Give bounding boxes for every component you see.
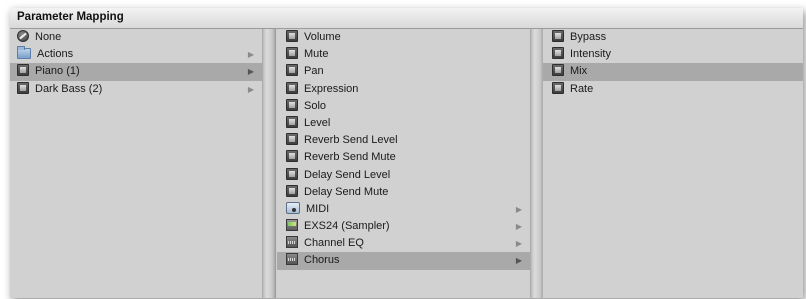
plugin-icon (286, 150, 298, 163)
list-item[interactable]: Reverb Send Mute (277, 149, 530, 166)
list-item[interactable]: Volume (277, 29, 530, 46)
plugin-icon (286, 64, 298, 77)
list-item-label: Bypass (570, 31, 607, 43)
plugin-icon (286, 98, 298, 111)
list-item-label: Solo (304, 99, 327, 112)
plugin-icon (286, 133, 298, 146)
plugin-icon (286, 30, 298, 42)
plugin-icon (552, 81, 564, 94)
plugin-icon (552, 47, 564, 60)
list-item-label: EXS24 (Sampler) (304, 220, 390, 233)
list-item-label: Piano (1) (35, 65, 80, 78)
submenu-arrow-icon: ▶ (247, 67, 254, 77)
submenu-arrow-icon: ▶ (515, 239, 522, 249)
plugin-icon (17, 64, 29, 77)
plugin-icon (552, 30, 564, 42)
sampler-icon (286, 219, 298, 232)
list-item-label: Delay Send Mute (304, 185, 389, 198)
list-item[interactable]: Dark Bass (2) ▶ (10, 81, 262, 98)
plugin-icon (286, 184, 298, 197)
list-item[interactable]: None (10, 29, 262, 46)
list-item-label: MIDI (306, 202, 330, 215)
list-item-label: Dark Bass (2) (35, 82, 103, 95)
list-item-label: Pan (304, 65, 324, 78)
list-item[interactable]: Reverb Send Level (277, 132, 530, 149)
plugin-icon (17, 81, 29, 94)
list-item[interactable]: EXS24 (Sampler) ▶ (277, 218, 530, 235)
list-item[interactable]: Actions ▶ (10, 46, 262, 63)
midi-icon (286, 201, 300, 214)
list-item-label: Mute (304, 48, 329, 61)
list-item-label: Intensity (570, 48, 611, 61)
list-item-label: Level (304, 116, 331, 129)
plugin-icon (286, 167, 298, 180)
plugin-icon (552, 64, 564, 77)
list-item[interactable]: Delay Send Mute (277, 184, 530, 201)
list-item[interactable]: Mix (543, 63, 803, 81)
list-item[interactable]: Rate (543, 81, 803, 98)
list-item[interactable]: Mute (277, 46, 530, 63)
list-item-label: Rate (570, 82, 594, 95)
submenu-arrow-icon: ▶ (515, 222, 522, 232)
list-item-label: Expression (304, 82, 359, 95)
list-item[interactable]: Chorus ▶ (277, 252, 530, 270)
list-item[interactable]: MIDI ▶ (277, 201, 530, 218)
list-item-label: Delay Send Level (304, 168, 391, 181)
column-subparameters: Bypass Intensity Mix Rate (543, 29, 803, 298)
list-item-label: Volume (304, 31, 341, 43)
plugin-icon (286, 81, 298, 94)
list-item-label: Chorus (304, 254, 340, 267)
none-icon (17, 30, 29, 42)
plugin-icon (286, 115, 298, 128)
list-item-label: Channel EQ (304, 237, 364, 250)
list-item-label: Actions (37, 48, 74, 61)
window-title: Parameter Mapping (17, 11, 124, 23)
list-item[interactable]: Pan (277, 63, 530, 80)
plugin-icon (286, 47, 298, 60)
submenu-arrow-icon: ▶ (247, 50, 254, 60)
list-item[interactable]: Piano (1) ▶ (10, 63, 262, 81)
folder-icon (17, 46, 31, 60)
list-item[interactable]: Delay Send Level (277, 167, 530, 184)
list-item[interactable]: Channel EQ ▶ (277, 235, 530, 252)
list-item-label: Reverb Send Mute (304, 151, 396, 164)
submenu-arrow-icon: ▶ (247, 84, 254, 94)
list-item[interactable]: Expression (277, 81, 530, 98)
submenu-arrow-icon: ▶ (515, 256, 522, 266)
submenu-arrow-icon: ▶ (515, 204, 522, 214)
column-targets: None Actions ▶ Piano (1) ▶ Dark Bass (2) ▶ (10, 29, 262, 298)
parameter-mapping-window: Parameter Mapping None Actions ▶ Piano (1) ▶… (10, 8, 803, 298)
column-parameters: Volume Mute Pan Expression Solo Level Reverb S… (277, 29, 530, 298)
column-divider[interactable] (262, 29, 276, 298)
eq-icon (286, 253, 298, 266)
list-item-label: None (35, 31, 62, 43)
eq-icon (286, 236, 298, 249)
list-item-label: Mix (570, 65, 588, 78)
list-item[interactable]: Intensity (543, 46, 803, 63)
list-item-label: Reverb Send Level (304, 134, 398, 147)
list-item[interactable]: Bypass (543, 29, 803, 46)
column-divider[interactable] (530, 29, 543, 298)
list-item[interactable]: Level (277, 115, 530, 132)
title-bar: Parameter Mapping (10, 8, 803, 29)
list-item[interactable]: Solo (277, 98, 530, 115)
